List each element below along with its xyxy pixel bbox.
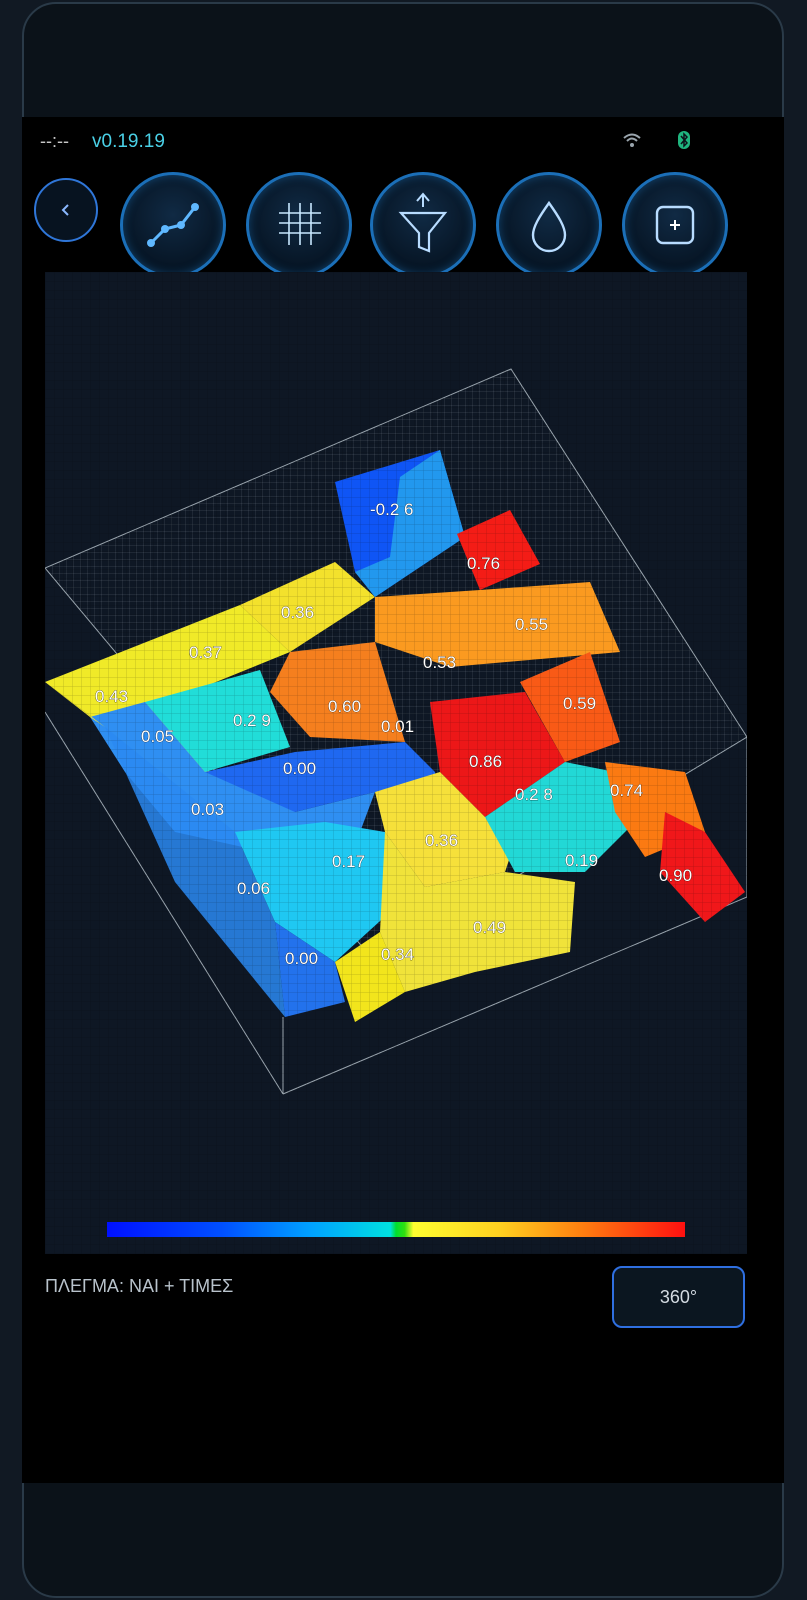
value-label: 0.05 (141, 727, 174, 746)
add-square-icon (655, 205, 695, 245)
bluetooth-icon (677, 130, 691, 155)
filter-icon (398, 192, 448, 253)
value-label: 0.74 (610, 781, 643, 800)
grid-icon (279, 203, 321, 245)
surface-plot: -0.2 6 0.76 0.36 0.55 0.37 0.53 0.43 0.2 9 0.60 0… (45, 272, 747, 1254)
wifi-icon (622, 132, 642, 153)
status-time: --:-- (40, 131, 69, 151)
line-chart-icon (147, 203, 199, 247)
value-label: 0.37 (189, 643, 222, 662)
surface-chart[interactable]: -0.2 6 0.76 0.36 0.55 0.37 0.53 0.43 0.2 9 0.60 0… (45, 272, 747, 1254)
value-label: 0.36 (281, 603, 314, 622)
value-label: 0.00 (285, 949, 318, 968)
value-label: 0.2 9 (233, 711, 271, 730)
value-label: 0.34 (381, 945, 414, 964)
value-label: 0.59 (563, 694, 596, 713)
drop-button[interactable] (496, 172, 602, 278)
back-button[interactable] (34, 178, 98, 242)
value-label: 0.43 (95, 687, 128, 706)
value-label: 0.19 (565, 851, 598, 870)
value-label: 0.36 (425, 831, 458, 850)
value-label: 0.03 (191, 800, 224, 819)
value-label: 0.06 (237, 879, 270, 898)
value-label: 0.76 (467, 554, 500, 573)
surface-patches (45, 272, 747, 1254)
value-label: -0.2 6 (370, 500, 413, 519)
value-label: 0.86 (469, 752, 502, 771)
add-button[interactable] (622, 172, 728, 278)
mode-label: ΠΛΕΓΜΑ: ΝΑΙ + ΤΙΜΕΣ (45, 1276, 234, 1296)
line-chart-button[interactable] (120, 172, 226, 278)
filter-button[interactable] (370, 172, 476, 278)
value-label: 0.2 8 (515, 785, 553, 804)
value-label: 0.17 (332, 852, 365, 871)
value-label: 0.90 (659, 866, 692, 885)
value-label: 0.60 (328, 697, 361, 716)
chevron-left-icon (61, 204, 69, 216)
rotate-360-button[interactable]: 360° (612, 1266, 745, 1328)
value-label: 0.49 (473, 918, 506, 937)
value-label: 0.00 (283, 759, 316, 778)
value-label: 0.53 (423, 653, 456, 672)
value-label: 0.55 (515, 615, 548, 634)
status-bar: --:-- v0.19.19 (22, 117, 784, 165)
color-scale-bar (107, 1222, 685, 1237)
app-version: v0.19.19 (92, 131, 165, 152)
grid-button[interactable] (246, 172, 352, 278)
value-label: 0.01 (381, 717, 414, 736)
drop-icon (531, 200, 567, 253)
